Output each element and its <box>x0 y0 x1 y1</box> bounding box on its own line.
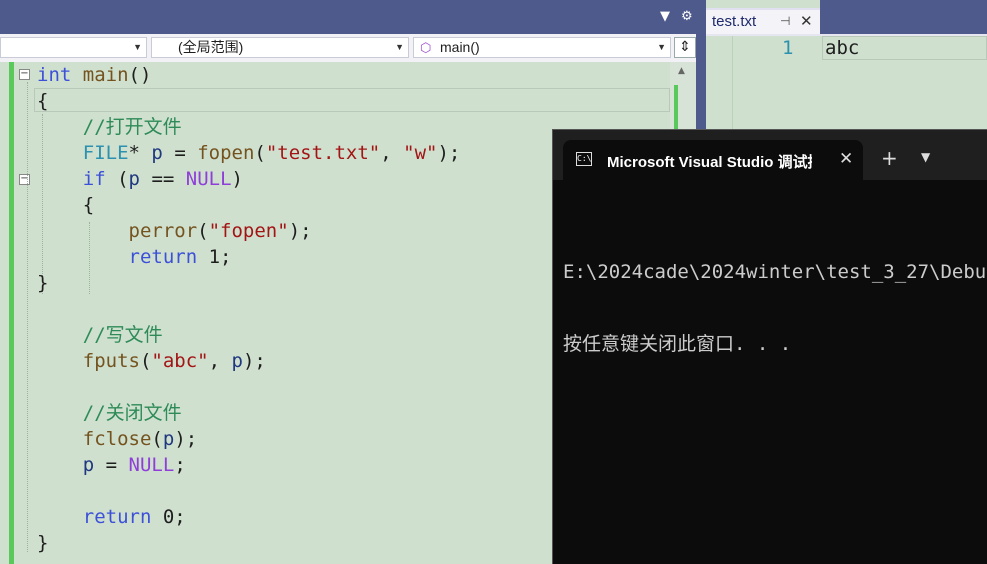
tab-test-txt[interactable]: test.txt ⊣ ✕ <box>706 8 820 34</box>
chevron-down-icon: ▼ <box>657 42 666 52</box>
tab-label: test.txt <box>712 13 757 30</box>
code-line: //写文件 <box>82 324 163 346</box>
code-line: fclose(p); <box>82 428 198 450</box>
chevron-down-icon: ▼ <box>395 42 404 52</box>
tab-strip <box>820 0 987 34</box>
code-line: FILE* p = fopen("test.txt", "w"); <box>82 142 461 164</box>
split-icon[interactable]: ⇕ <box>674 37 696 58</box>
member-value: main() <box>440 39 480 55</box>
console-icon: C:\ <box>576 152 592 166</box>
code-line: return 1; <box>128 246 232 268</box>
file-content: abc <box>825 37 860 59</box>
debug-console-window[interactable]: C:\ Microsoft Visual Studio 调试控制台 ✕ + ▼ … <box>552 129 987 564</box>
navigation-bar: ▼ (全局范围) ▼ ⬡ main() ▼ ⇕ <box>0 34 705 63</box>
terminal-tab-title: Microsoft Visual Studio 调试控制台 <box>607 154 812 171</box>
code-line: //打开文件 <box>82 116 182 138</box>
chevron-up-icon[interactable]: ▲ <box>678 66 685 76</box>
code-line: if (p == NULL) <box>82 168 243 190</box>
code-line: { <box>37 90 49 112</box>
fold-toggle-icon[interactable]: − <box>19 174 30 185</box>
terminal-tab-bar: C:\ Microsoft Visual Studio 调试控制台 ✕ + ▼ <box>553 130 987 180</box>
close-icon[interactable]: ✕ <box>839 149 853 169</box>
code-line: } <box>37 532 49 554</box>
chevron-down-icon[interactable]: ▼ <box>660 9 670 24</box>
scope-dropdown[interactable]: (全局范围) ▼ <box>151 37 409 58</box>
code-line: p = NULL; <box>82 454 186 476</box>
gear-icon[interactable]: ⚙ <box>681 9 693 24</box>
close-icon[interactable]: ✕ <box>800 12 813 30</box>
code-line: { <box>37 194 95 216</box>
cube-icon: ⬡ <box>420 40 432 55</box>
code-line: fputs("abc", p); <box>82 350 266 372</box>
current-line-highlight <box>34 88 670 112</box>
line-number: 1 <box>782 37 794 59</box>
fold-toggle-icon[interactable]: − <box>19 69 30 80</box>
change-marker <box>674 85 678 135</box>
change-indicator <box>9 62 14 564</box>
plus-icon[interactable]: + <box>881 148 898 168</box>
terminal-output: E:\2024cade\2024winter\test_3_27\Debug\t… <box>563 212 987 404</box>
scope-value: (全局范围) <box>178 39 244 55</box>
pin-icon[interactable]: ⊣ <box>780 14 790 28</box>
fold-guide <box>27 82 28 552</box>
terminal-output-line: 按任意键关闭此窗口. . . <box>563 333 792 355</box>
editor-title-bar: ▼ ⚙ <box>0 0 705 34</box>
code-line: perror("fopen"); <box>128 220 312 242</box>
terminal-output-line: E:\2024cade\2024winter\test_3_27\Debug\t… <box>563 261 987 283</box>
terminal-tab[interactable]: C:\ Microsoft Visual Studio 调试控制台 ✕ <box>563 140 863 180</box>
chevron-down-icon: ▼ <box>133 42 142 52</box>
code-line: //关闭文件 <box>82 402 182 424</box>
code-line: int main() <box>37 64 152 86</box>
code-line: } <box>37 272 49 294</box>
code-line: return 0; <box>82 506 186 528</box>
project-dropdown[interactable]: ▼ <box>0 37 147 58</box>
member-dropdown[interactable]: ⬡ main() ▼ <box>413 37 671 58</box>
chevron-down-icon[interactable]: ▼ <box>921 150 930 164</box>
